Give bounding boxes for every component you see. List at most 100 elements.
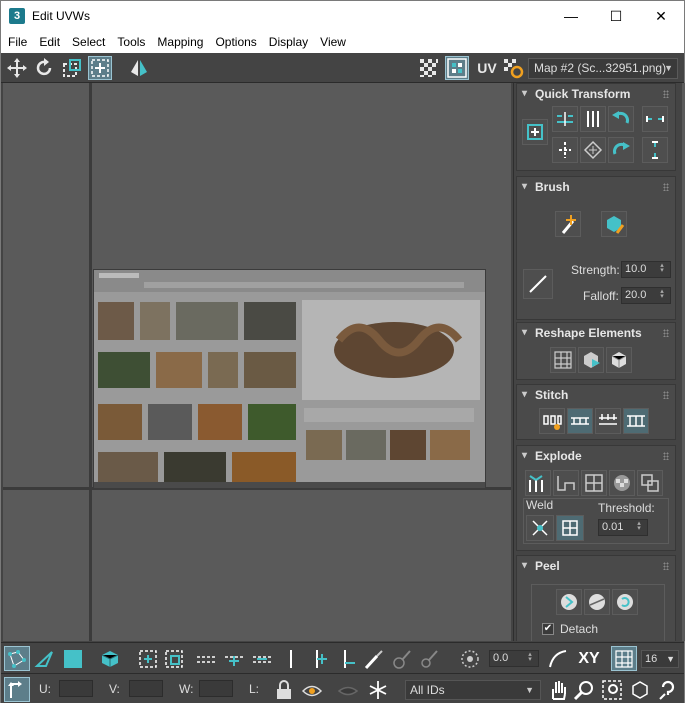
stitch-to-target-button[interactable] — [595, 408, 621, 434]
texture-settings-button[interactable] — [501, 56, 525, 80]
zoom-region-button[interactable] — [599, 677, 625, 702]
menu-edit[interactable]: Edit — [34, 31, 65, 53]
checker-toggle-button[interactable] — [417, 56, 441, 80]
align-to-edge-button[interactable] — [552, 137, 578, 163]
grow-selection-button[interactable] — [135, 646, 161, 671]
checker-icon — [420, 59, 438, 77]
element-mode-button[interactable] — [97, 646, 123, 671]
freeform-mode-button[interactable] — [88, 56, 112, 80]
menu-view[interactable]: View — [315, 31, 351, 53]
set-pivot-button[interactable] — [522, 119, 548, 145]
ring-grow-button[interactable] — [306, 646, 332, 671]
face-mode-button[interactable] — [60, 646, 86, 671]
shrink-brush-button[interactable] — [416, 646, 442, 671]
v-coordinate-input[interactable] — [129, 680, 163, 697]
break-button[interactable] — [525, 470, 551, 496]
scale-tool-button[interactable] — [60, 56, 84, 80]
detach-edge-button[interactable] — [553, 470, 579, 496]
texture-image — [94, 270, 485, 488]
stitch-to-source-button[interactable] — [567, 408, 593, 434]
close-button[interactable]: ✕ — [638, 1, 684, 31]
uv-space-button[interactable]: UV — [473, 56, 501, 80]
stitch-title[interactable]: Stitch — [517, 385, 675, 405]
threshold-spinner[interactable]: 0.01 — [598, 519, 648, 536]
material-id-dropdown[interactable]: All IDs ▼ — [405, 680, 541, 700]
show-hidden-button[interactable] — [299, 677, 325, 702]
lock-selection-button[interactable] — [271, 677, 297, 702]
minimize-button[interactable]: — — [548, 1, 594, 31]
falloff-curve-button[interactable] — [523, 269, 553, 299]
uv-editor-viewport[interactable] — [3, 83, 511, 641]
soft-selection-button[interactable] — [457, 646, 483, 671]
quick-peel-button[interactable] — [556, 589, 582, 615]
loop-select-button[interactable] — [193, 646, 219, 671]
explode-title[interactable]: Explode — [517, 446, 675, 466]
w-coordinate-input[interactable] — [199, 680, 233, 697]
vertex-mode-button[interactable] — [4, 646, 30, 671]
ring-shrink-button[interactable] — [334, 646, 360, 671]
brush-title[interactable]: Brush — [517, 177, 675, 197]
paint-select-button[interactable] — [361, 646, 387, 671]
straighten-button[interactable] — [580, 137, 606, 163]
flatten-by-material-button[interactable] — [637, 470, 663, 496]
move-tool-button[interactable] — [5, 56, 29, 80]
align-vertical-button[interactable] — [580, 106, 606, 132]
stitch-average-button[interactable] — [623, 408, 649, 434]
falloff-space-button[interactable]: XY — [574, 646, 604, 671]
reset-peel-button[interactable] — [612, 589, 638, 615]
paint-move-button[interactable] — [555, 211, 581, 237]
hide-button[interactable] — [335, 677, 361, 702]
flatten-by-smoothing-button[interactable] — [609, 470, 635, 496]
rotate-tool-button[interactable] — [32, 56, 56, 80]
peel-mode-button[interactable] — [584, 589, 610, 615]
weld-selected-button[interactable] — [526, 515, 554, 541]
rotate-cw-button[interactable] — [608, 137, 634, 163]
space-horizontal-button[interactable] — [642, 106, 668, 132]
edit-uvws-window: 3 Edit UVWs — ☐ ✕ File Edit Select Tools… — [0, 0, 685, 703]
pan-button[interactable] — [545, 677, 571, 702]
u-coordinate-input[interactable] — [59, 680, 93, 697]
grid-snap-button[interactable] — [611, 646, 637, 671]
falloff-spinner[interactable]: 20.0 — [621, 287, 671, 304]
flatten-by-polygon-button[interactable] — [581, 470, 607, 496]
reshape-elements-title[interactable]: Reshape Elements — [517, 323, 675, 343]
relax-button[interactable] — [578, 347, 604, 373]
loop-grow-button[interactable] — [221, 646, 247, 671]
falloff-type-button[interactable] — [545, 646, 571, 671]
rotate-ccw-button[interactable] — [608, 106, 634, 132]
menu-display[interactable]: Display — [264, 31, 313, 53]
quick-transform-title[interactable]: Quick Transform — [517, 84, 675, 104]
ring-select-button[interactable] — [278, 646, 304, 671]
enlarge-brush-button[interactable] — [389, 646, 415, 671]
show-map-button[interactable] — [445, 56, 469, 80]
peel-title[interactable]: Peel — [517, 556, 675, 576]
mirror-tool-button[interactable] — [127, 56, 151, 80]
zoom-button[interactable] — [571, 677, 597, 702]
absolute-offset-toggle[interactable] — [4, 677, 30, 702]
grid-size-dropdown[interactable]: 16 ▼ — [641, 650, 679, 668]
stitch-custom-button[interactable] — [539, 408, 565, 434]
edge-mode-button[interactable] — [32, 646, 58, 671]
weld-target-button[interactable] — [556, 515, 584, 541]
strength-spinner[interactable]: 10.0 — [621, 261, 671, 278]
straighten-selection-button[interactable] — [550, 347, 576, 373]
menu-file[interactable]: File — [3, 31, 32, 53]
maximize-button[interactable]: ☐ — [593, 1, 639, 31]
shrink-selection-button[interactable] — [161, 646, 187, 671]
detach-checkbox[interactable]: ✔ — [542, 623, 554, 635]
space-vertical-button[interactable] — [642, 137, 668, 163]
loop-shrink-button[interactable] — [249, 646, 275, 671]
texture-map-preview — [93, 269, 486, 489]
freeze-button[interactable] — [365, 677, 391, 702]
menu-options[interactable]: Options — [210, 31, 261, 53]
menu-tools[interactable]: Tools — [112, 31, 150, 53]
menu-mapping[interactable]: Mapping — [152, 31, 208, 53]
relax-uniform-button[interactable] — [606, 347, 632, 373]
help-button[interactable] — [655, 677, 681, 702]
texture-map-dropdown[interactable]: Map #2 (Sc...32951.png) ▼ — [528, 58, 678, 79]
falloff-angle-spinner[interactable]: 0.0 — [489, 650, 539, 667]
relax-brush-button[interactable] — [601, 211, 627, 237]
align-horizontal-button[interactable] — [552, 106, 578, 132]
menu-select[interactable]: Select — [67, 31, 110, 53]
zoom-extents-button[interactable] — [627, 677, 653, 702]
